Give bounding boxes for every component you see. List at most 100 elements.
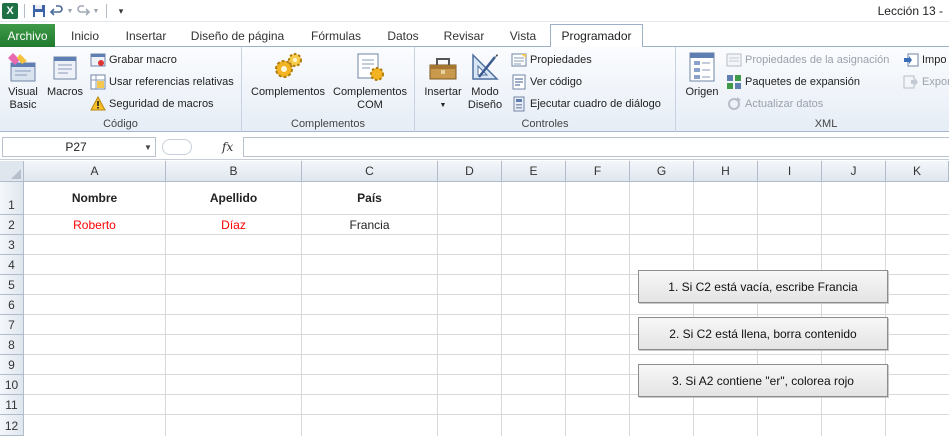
macros-label: Macros — [46, 86, 84, 98]
column-header-c[interactable]: C — [302, 161, 438, 182]
column-header-a[interactable]: A — [24, 161, 166, 182]
row-header-7[interactable]: 7 — [0, 315, 24, 335]
row-header-10[interactable]: 10 — [0, 375, 24, 395]
expansion-packs-icon — [726, 74, 742, 90]
macros-button[interactable]: Macros — [45, 51, 85, 99]
visual-basic-button[interactable]: Visual Basic — [4, 51, 42, 112]
tab-vista[interactable]: Vista — [500, 24, 546, 47]
ver-codigo-button[interactable]: Ver código — [511, 73, 582, 91]
tab-datos[interactable]: Datos — [380, 24, 426, 47]
customize-qat-icon[interactable]: ▾ — [112, 3, 130, 19]
propiedades-label: Propiedades — [530, 54, 592, 66]
cell-c2[interactable]: Francia — [302, 215, 437, 234]
cell-c1[interactable]: País — [302, 182, 437, 214]
macros-icon — [49, 51, 81, 83]
usar-referencias-button[interactable]: Usar referencias relativas — [90, 73, 234, 91]
column-header-d[interactable]: D — [438, 161, 502, 182]
name-box[interactable]: P27 ▼ — [2, 137, 156, 157]
row-header-5[interactable]: 5 — [0, 275, 24, 295]
tab-insertar[interactable]: Insertar — [118, 24, 174, 47]
visual-basic-label-2: Basic — [9, 99, 37, 111]
select-all-corner[interactable] — [0, 161, 24, 182]
row-header-4[interactable]: 4 — [0, 255, 24, 275]
group-codigo: Visual Basic Macros Grabar macro Usar re… — [0, 47, 242, 132]
visual-basic-icon — [7, 51, 39, 83]
row-header-8[interactable]: 8 — [0, 335, 24, 355]
group-xml: Origen Propiedades de la asignación Paqu… — [676, 47, 949, 132]
row-header-3[interactable]: 3 — [0, 235, 24, 255]
column-header-h[interactable]: H — [694, 161, 758, 182]
excel-logo-icon[interactable]: X — [2, 3, 18, 19]
row-header-2[interactable]: 2 — [0, 215, 24, 235]
redo-dropdown-icon[interactable]: ▼ — [92, 3, 100, 19]
complementos-label: Complementos — [251, 86, 325, 98]
column-header-f[interactable]: F — [566, 161, 630, 182]
ejecutar-cuadro-button[interactable]: Ejecutar cuadro de diálogo — [511, 95, 661, 113]
complementos-button[interactable]: Complementos — [250, 51, 326, 99]
cell-b2[interactable]: Díaz — [166, 215, 301, 234]
complementos-com-button[interactable]: Complementos COM — [331, 51, 409, 112]
tab-programador[interactable]: Programador — [550, 24, 643, 48]
column-header-i[interactable]: I — [758, 161, 822, 182]
column-header-g[interactable]: G — [630, 161, 694, 182]
macro-button-3[interactable]: 3. Si A2 contiene "er", colorea rojo — [638, 364, 888, 397]
qat-separator — [106, 4, 107, 18]
exportar-label: Expor — [922, 76, 949, 88]
ribbon: Visual Basic Macros Grabar macro Usar re… — [0, 47, 949, 132]
propiedades-asignacion-label: Propiedades de la asignación — [745, 54, 890, 66]
formula-bar-resize-handle[interactable] — [162, 139, 192, 155]
undo-icon[interactable] — [48, 3, 66, 19]
ejecutar-cuadro-label: Ejecutar cuadro de diálogo — [530, 98, 661, 110]
tab-inicio[interactable]: Inicio — [60, 24, 110, 47]
actualizar-datos-button[interactable]: Actualizar datos — [726, 95, 823, 113]
column-header-k[interactable]: K — [886, 161, 949, 182]
column-header-b[interactable]: B — [166, 161, 302, 182]
column-header-e[interactable]: E — [502, 161, 566, 182]
cell-a1[interactable]: Nombre — [24, 182, 165, 214]
insert-function-icon[interactable]: fx — [222, 140, 233, 154]
insertar-control-button[interactable]: Insertar ▼ — [421, 51, 465, 112]
refresh-data-icon — [726, 96, 742, 112]
macro-button-2[interactable]: 2. Si C2 está llena, borra contenido — [638, 317, 888, 350]
formula-input[interactable] — [243, 137, 949, 157]
seguridad-macros-label: Seguridad de macros — [109, 98, 214, 110]
usar-referencias-label: Usar referencias relativas — [109, 76, 234, 88]
tab-archivo[interactable]: Archivo — [0, 24, 55, 47]
tab-formulas[interactable]: Fórmulas — [302, 24, 370, 47]
group-complementos: Complementos Complementos COM Complement… — [242, 47, 415, 132]
actualizar-datos-label: Actualizar datos — [745, 98, 824, 110]
exportar-button[interactable]: Expor — [903, 73, 949, 91]
paquetes-expansion-button[interactable]: Paquetes de expansión — [726, 73, 860, 91]
name-box-dropdown-icon[interactable]: ▼ — [141, 143, 155, 152]
properties-icon — [511, 52, 527, 68]
complementos-com-label-1: Complementos — [333, 86, 407, 98]
column-header-j[interactable]: J — [822, 161, 886, 182]
row-header-11[interactable]: 11 — [0, 395, 24, 415]
complementos-com-label-2: COM — [357, 99, 383, 111]
save-icon[interactable] — [30, 3, 48, 19]
importar-button[interactable]: Impo — [903, 51, 946, 69]
seguridad-macros-button[interactable]: Seguridad de macros — [90, 95, 214, 113]
row-header-12[interactable]: 12 — [0, 415, 24, 436]
gears-icon — [272, 51, 304, 83]
group-controles-label: Controles — [521, 118, 569, 130]
cell-area[interactable]: Nombre Apellido País Roberto Díaz Franci… — [24, 182, 949, 436]
tab-diseno-pagina[interactable]: Diseño de página — [185, 24, 290, 47]
undo-dropdown-icon[interactable]: ▼ — [66, 3, 74, 19]
row-header-9[interactable]: 9 — [0, 355, 24, 375]
propiedades-button[interactable]: Propiedades — [511, 51, 592, 69]
modo-diseno-button[interactable]: Modo Diseño — [465, 51, 505, 112]
macro-button-1[interactable]: 1. Si C2 está vacía, escribe Francia — [638, 270, 888, 303]
origen-button[interactable]: Origen — [682, 51, 722, 99]
grabar-macro-button[interactable]: Grabar macro — [90, 51, 177, 69]
formula-bar: P27 ▼ fx — [0, 132, 949, 160]
paquetes-expansion-label: Paquetes de expansión — [745, 76, 860, 88]
row-header-6[interactable]: 6 — [0, 295, 24, 315]
redo-icon[interactable] — [74, 3, 92, 19]
cell-a2[interactable]: Roberto — [24, 215, 165, 234]
propiedades-asignacion-button[interactable]: Propiedades de la asignación — [726, 51, 889, 69]
warning-icon — [90, 96, 106, 112]
cell-b1[interactable]: Apellido — [166, 182, 301, 214]
row-header-1[interactable]: 1 — [0, 182, 24, 215]
tab-revisar[interactable]: Revisar — [436, 24, 492, 47]
